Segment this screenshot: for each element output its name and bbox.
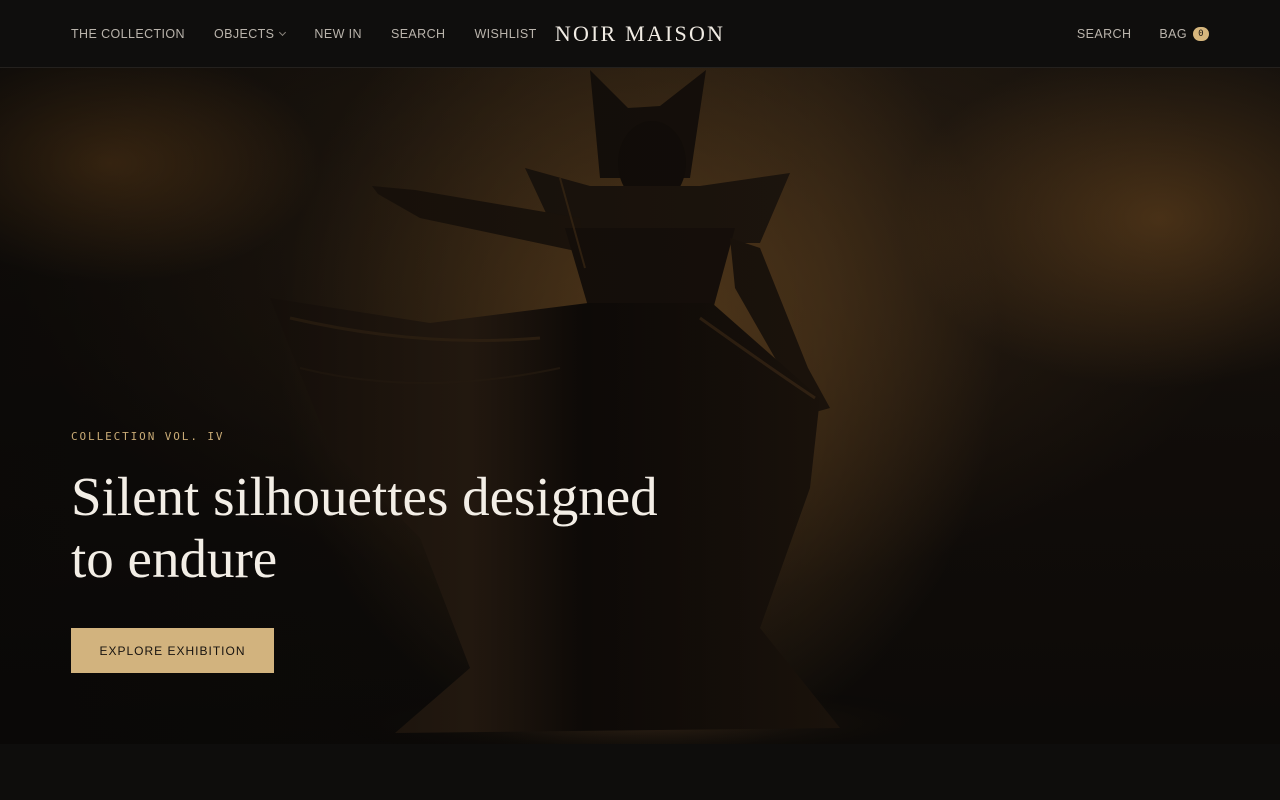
explore-exhibition-button[interactable]: EXPLORE EXHIBITION (71, 628, 274, 673)
bag-count-badge: 0 (1193, 27, 1209, 41)
search-label: SEARCH (1076, 27, 1132, 41)
brand-logo[interactable]: NOIR MAISON (555, 21, 725, 47)
utility-nav: SEARCH BAG 0 (1049, 0, 1209, 68)
nav-label: OBJECTS (213, 27, 275, 41)
nav-item-wishlist[interactable]: WISHLIST (474, 27, 536, 41)
nav-item-search[interactable]: SEARCH (391, 27, 446, 41)
search-link[interactable]: SEARCH (1077, 27, 1132, 41)
below-fold-band (0, 744, 1280, 800)
hero-headline: Silent silhouettes designed to endure (71, 466, 711, 590)
nav-item-the-collection[interactable]: THE COLLECTION (71, 27, 185, 41)
nav-label: THE COLLECTION (71, 27, 185, 41)
nav-item-new-in[interactable]: NEW IN (314, 27, 362, 41)
nav-label: NEW IN (314, 27, 362, 41)
collection-eyebrow: COLLECTION VOL. IV (71, 430, 225, 443)
headline-line-1: Silent silhouettes designed (71, 466, 658, 527)
nav-item-objects[interactable]: OBJECTS (213, 27, 287, 41)
chevron-down-icon (279, 28, 287, 37)
headline-line-2: to endure (71, 528, 278, 589)
site-header: THE COLLECTION OBJECTS NEW IN SEARCH WIS… (0, 0, 1280, 68)
nav-label: SEARCH (390, 27, 446, 41)
nav-label: WISHLIST (474, 27, 537, 41)
primary-nav: THE COLLECTION OBJECTS NEW IN SEARCH WIS… (71, 0, 566, 68)
bag-label: BAG (1159, 27, 1187, 41)
hero-section: COLLECTION VOL. IV Silent silhouettes de… (0, 68, 1280, 744)
bag-link[interactable]: BAG 0 (1159, 27, 1209, 41)
